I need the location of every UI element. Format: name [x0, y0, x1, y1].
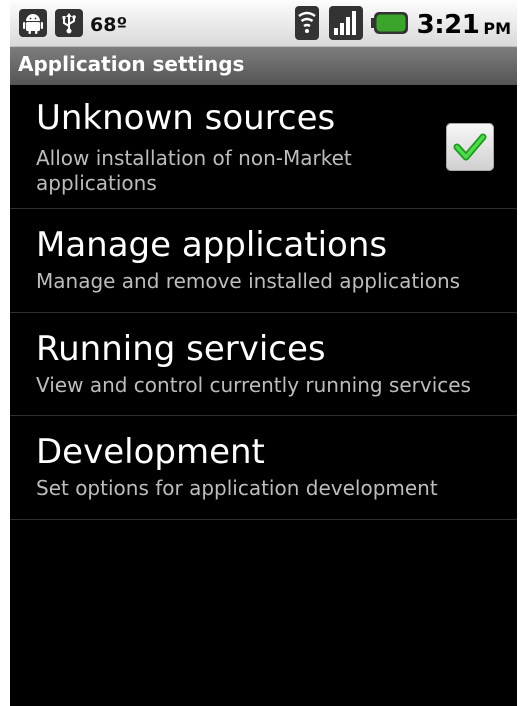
title-bar: Application settings	[10, 47, 517, 85]
page-title: Application settings	[18, 52, 245, 76]
usb-icon	[54, 8, 84, 42]
setting-summary: Allow installation of non-Market applica…	[36, 146, 352, 195]
phone-screen: 68º 3:21 PM Application settings Unknown…	[10, 0, 517, 706]
setting-summary: View and control currently running servi…	[36, 373, 471, 397]
android-debug-icon	[18, 8, 48, 42]
temperature-readout: 68º	[90, 14, 128, 36]
setting-manage-applications[interactable]: Manage applications Manage and remove in…	[10, 209, 517, 313]
setting-title: Unknown sources	[36, 98, 336, 138]
settings-list: Unknown sources Allow installation of no…	[10, 86, 517, 520]
setting-running-services[interactable]: Running services View and control curren…	[10, 313, 517, 416]
unknown-sources-checkbox[interactable]	[446, 123, 494, 171]
setting-summary: Manage and remove installed applications	[36, 269, 461, 293]
setting-title: Manage applications	[36, 225, 388, 265]
battery-icon	[370, 11, 409, 39]
setting-title: Development	[36, 432, 265, 472]
signal-icon	[328, 6, 363, 44]
status-bar: 68º 3:21 PM	[10, 0, 517, 47]
clock: 3:21	[416, 10, 480, 40]
setting-unknown-sources[interactable]: Unknown sources Allow installation of no…	[10, 86, 517, 209]
setting-development[interactable]: Development Set options for application …	[10, 416, 517, 520]
clock-ampm: PM	[483, 18, 511, 38]
wifi-icon	[294, 6, 319, 44]
setting-summary: Set options for application development	[36, 476, 438, 500]
setting-title: Running services	[36, 329, 326, 369]
checkmark-icon	[453, 133, 487, 161]
